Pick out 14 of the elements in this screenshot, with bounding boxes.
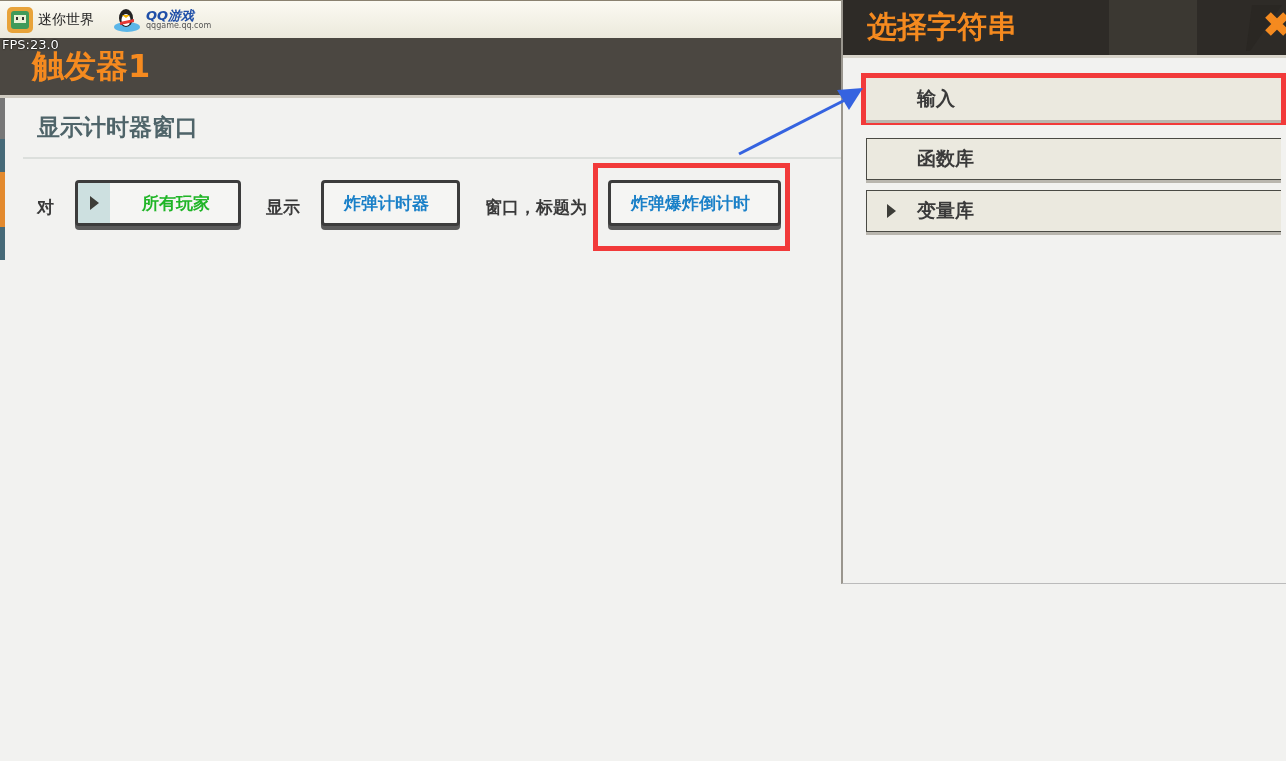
fps-counter: FPS:23.0: [2, 37, 59, 52]
sentence-text: 显示: [266, 195, 300, 219]
penguin-logo-icon: [112, 6, 142, 33]
picker-title: 选择字符串: [867, 8, 1017, 46]
action-title: 显示计时器窗口: [36, 113, 199, 142]
option-item[interactable]: 变量库: [866, 190, 1281, 232]
sentence-text: 对: [37, 195, 54, 219]
option-item[interactable]: 输入: [866, 78, 1281, 120]
platform-name: QQ游戏: [146, 9, 197, 22]
game-logo-icon: [6, 5, 34, 34]
option-item[interactable]: 函数库: [866, 138, 1281, 180]
app-name: 迷你世界: [38, 10, 94, 29]
platform-url: qqgame.qq.com: [146, 22, 212, 30]
sentence-text: 窗口，标题为: [485, 195, 587, 219]
